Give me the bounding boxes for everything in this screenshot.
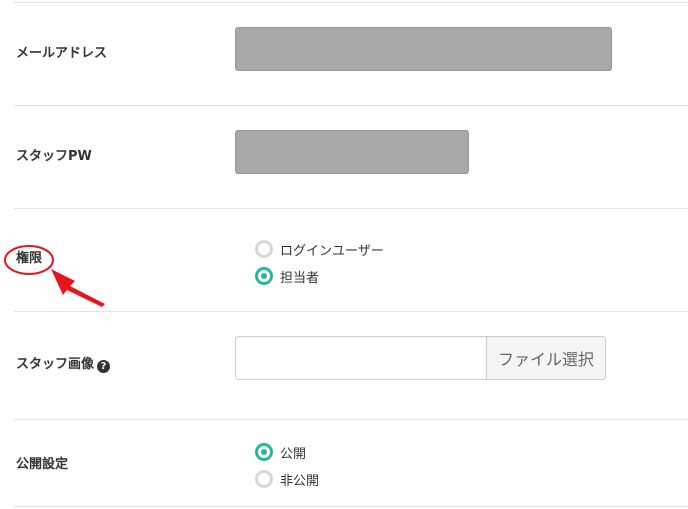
radio-unchecked-icon[interactable] [255, 470, 273, 488]
visibility-option-private[interactable]: 非公開 [255, 469, 319, 489]
visibility-label: 公開設定 [16, 457, 69, 472]
visibility-option-label: 公開 [280, 446, 307, 462]
annotation-circle-icon [4, 245, 54, 275]
file-path-field[interactable] [236, 337, 486, 379]
divider [14, 2, 688, 3]
divider [14, 311, 688, 312]
radio-checked-icon[interactable] [255, 443, 273, 461]
choose-file-button[interactable]: ファイル選択 [486, 337, 605, 379]
password-field[interactable] [235, 130, 469, 174]
image-label: スタッフ画像 [16, 357, 95, 372]
role-option-staff[interactable]: 担当者 [255, 266, 319, 286]
email-field[interactable] [235, 27, 612, 71]
staff-form: メールアドレス スタッフPW 権限 ログインユーザー 担当者 スタッフ画像? フ… [0, 0, 688, 509]
question-circle-icon[interactable]: ? [97, 360, 111, 373]
visibility-option-public[interactable]: 公開 [255, 442, 306, 462]
annotation-arrow-icon [51, 269, 105, 307]
radio-checked-icon[interactable] [255, 267, 273, 285]
divider [14, 105, 688, 106]
divider [14, 419, 688, 420]
password-label: スタッフPW [16, 149, 92, 164]
role-option-label: 担当者 [280, 270, 320, 286]
file-input[interactable]: ファイル選択 [235, 336, 606, 380]
email-label: メールアドレス [16, 46, 108, 61]
divider [14, 208, 688, 209]
radio-unchecked-icon[interactable] [255, 240, 273, 258]
visibility-option-label: 非公開 [280, 473, 320, 489]
annotation-highlight [4, 245, 105, 307]
divider [14, 506, 688, 507]
role-option-label: ログインユーザー [280, 243, 384, 259]
role-option-login-user[interactable]: ログインユーザー [255, 239, 384, 259]
image-label-group: スタッフ画像? [16, 357, 111, 373]
